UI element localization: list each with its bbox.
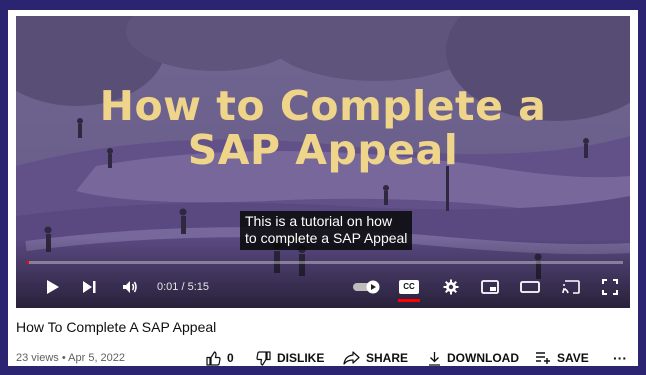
download-label: DOWNLOAD — [447, 351, 519, 365]
download-button[interactable]: DOWNLOAD — [428, 348, 519, 368]
video-overlay-title: How to Complete a SAP Appeal — [16, 84, 630, 172]
overlay-title-line: SAP Appeal — [187, 126, 459, 174]
dislike-button[interactable]: DISLIKE — [256, 348, 324, 368]
download-icon — [429, 351, 440, 366]
video-card: How to Complete a SAP Appeal This is a t… — [8, 10, 638, 366]
volume-button[interactable] — [119, 275, 141, 299]
caption-line: This is a tutorial on how — [245, 213, 393, 229]
autoplay-toggle[interactable] — [350, 275, 384, 299]
thumbs-up-icon — [206, 350, 221, 366]
progress-bar[interactable] — [27, 261, 623, 264]
dislike-label: DISLIKE — [277, 351, 325, 365]
more-icon: ··· — [613, 350, 627, 366]
playlist-add-icon — [536, 352, 550, 364]
more-actions-button[interactable]: ··· — [613, 348, 627, 368]
fullscreen-button[interactable] — [599, 275, 621, 299]
time-display: 0:01 / 5:15 — [157, 281, 209, 293]
theater-mode-icon — [520, 281, 540, 293]
theater-mode-button[interactable] — [518, 275, 542, 299]
share-button[interactable]: SHARE — [343, 348, 408, 368]
video-player[interactable]: How to Complete a SAP Appeal This is a t… — [16, 16, 630, 308]
video-meta: 23 views • Apr 5, 2022 — [16, 352, 126, 364]
next-button[interactable] — [78, 275, 100, 299]
like-count: 0 — [227, 351, 234, 365]
fullscreen-icon — [602, 279, 618, 295]
cc-icon: CC — [399, 280, 419, 294]
settings-button[interactable] — [440, 275, 462, 299]
gear-icon — [443, 279, 459, 295]
video-title: How To Complete A SAP Appeal — [16, 319, 217, 335]
next-icon — [83, 281, 96, 293]
share-icon — [343, 351, 360, 365]
cast-button[interactable] — [559, 275, 583, 299]
overlay-title-line: How to Complete a — [99, 82, 547, 130]
volume-icon — [123, 281, 137, 293]
subtitles-active-indicator — [398, 299, 420, 302]
save-button[interactable]: SAVE — [535, 348, 589, 368]
cast-icon — [562, 280, 580, 294]
share-label: SHARE — [366, 351, 409, 365]
like-button[interactable]: 0 — [206, 348, 234, 368]
play-icon — [47, 280, 59, 294]
autoplay-toggle-icon — [353, 280, 380, 294]
subtitles-button[interactable]: CC — [397, 275, 421, 299]
play-button[interactable] — [42, 275, 64, 299]
miniplayer-icon — [481, 280, 499, 294]
thumbs-down-icon — [256, 350, 271, 366]
save-label: SAVE — [557, 351, 589, 365]
progress-played — [27, 261, 29, 264]
miniplayer-button[interactable] — [478, 275, 502, 299]
